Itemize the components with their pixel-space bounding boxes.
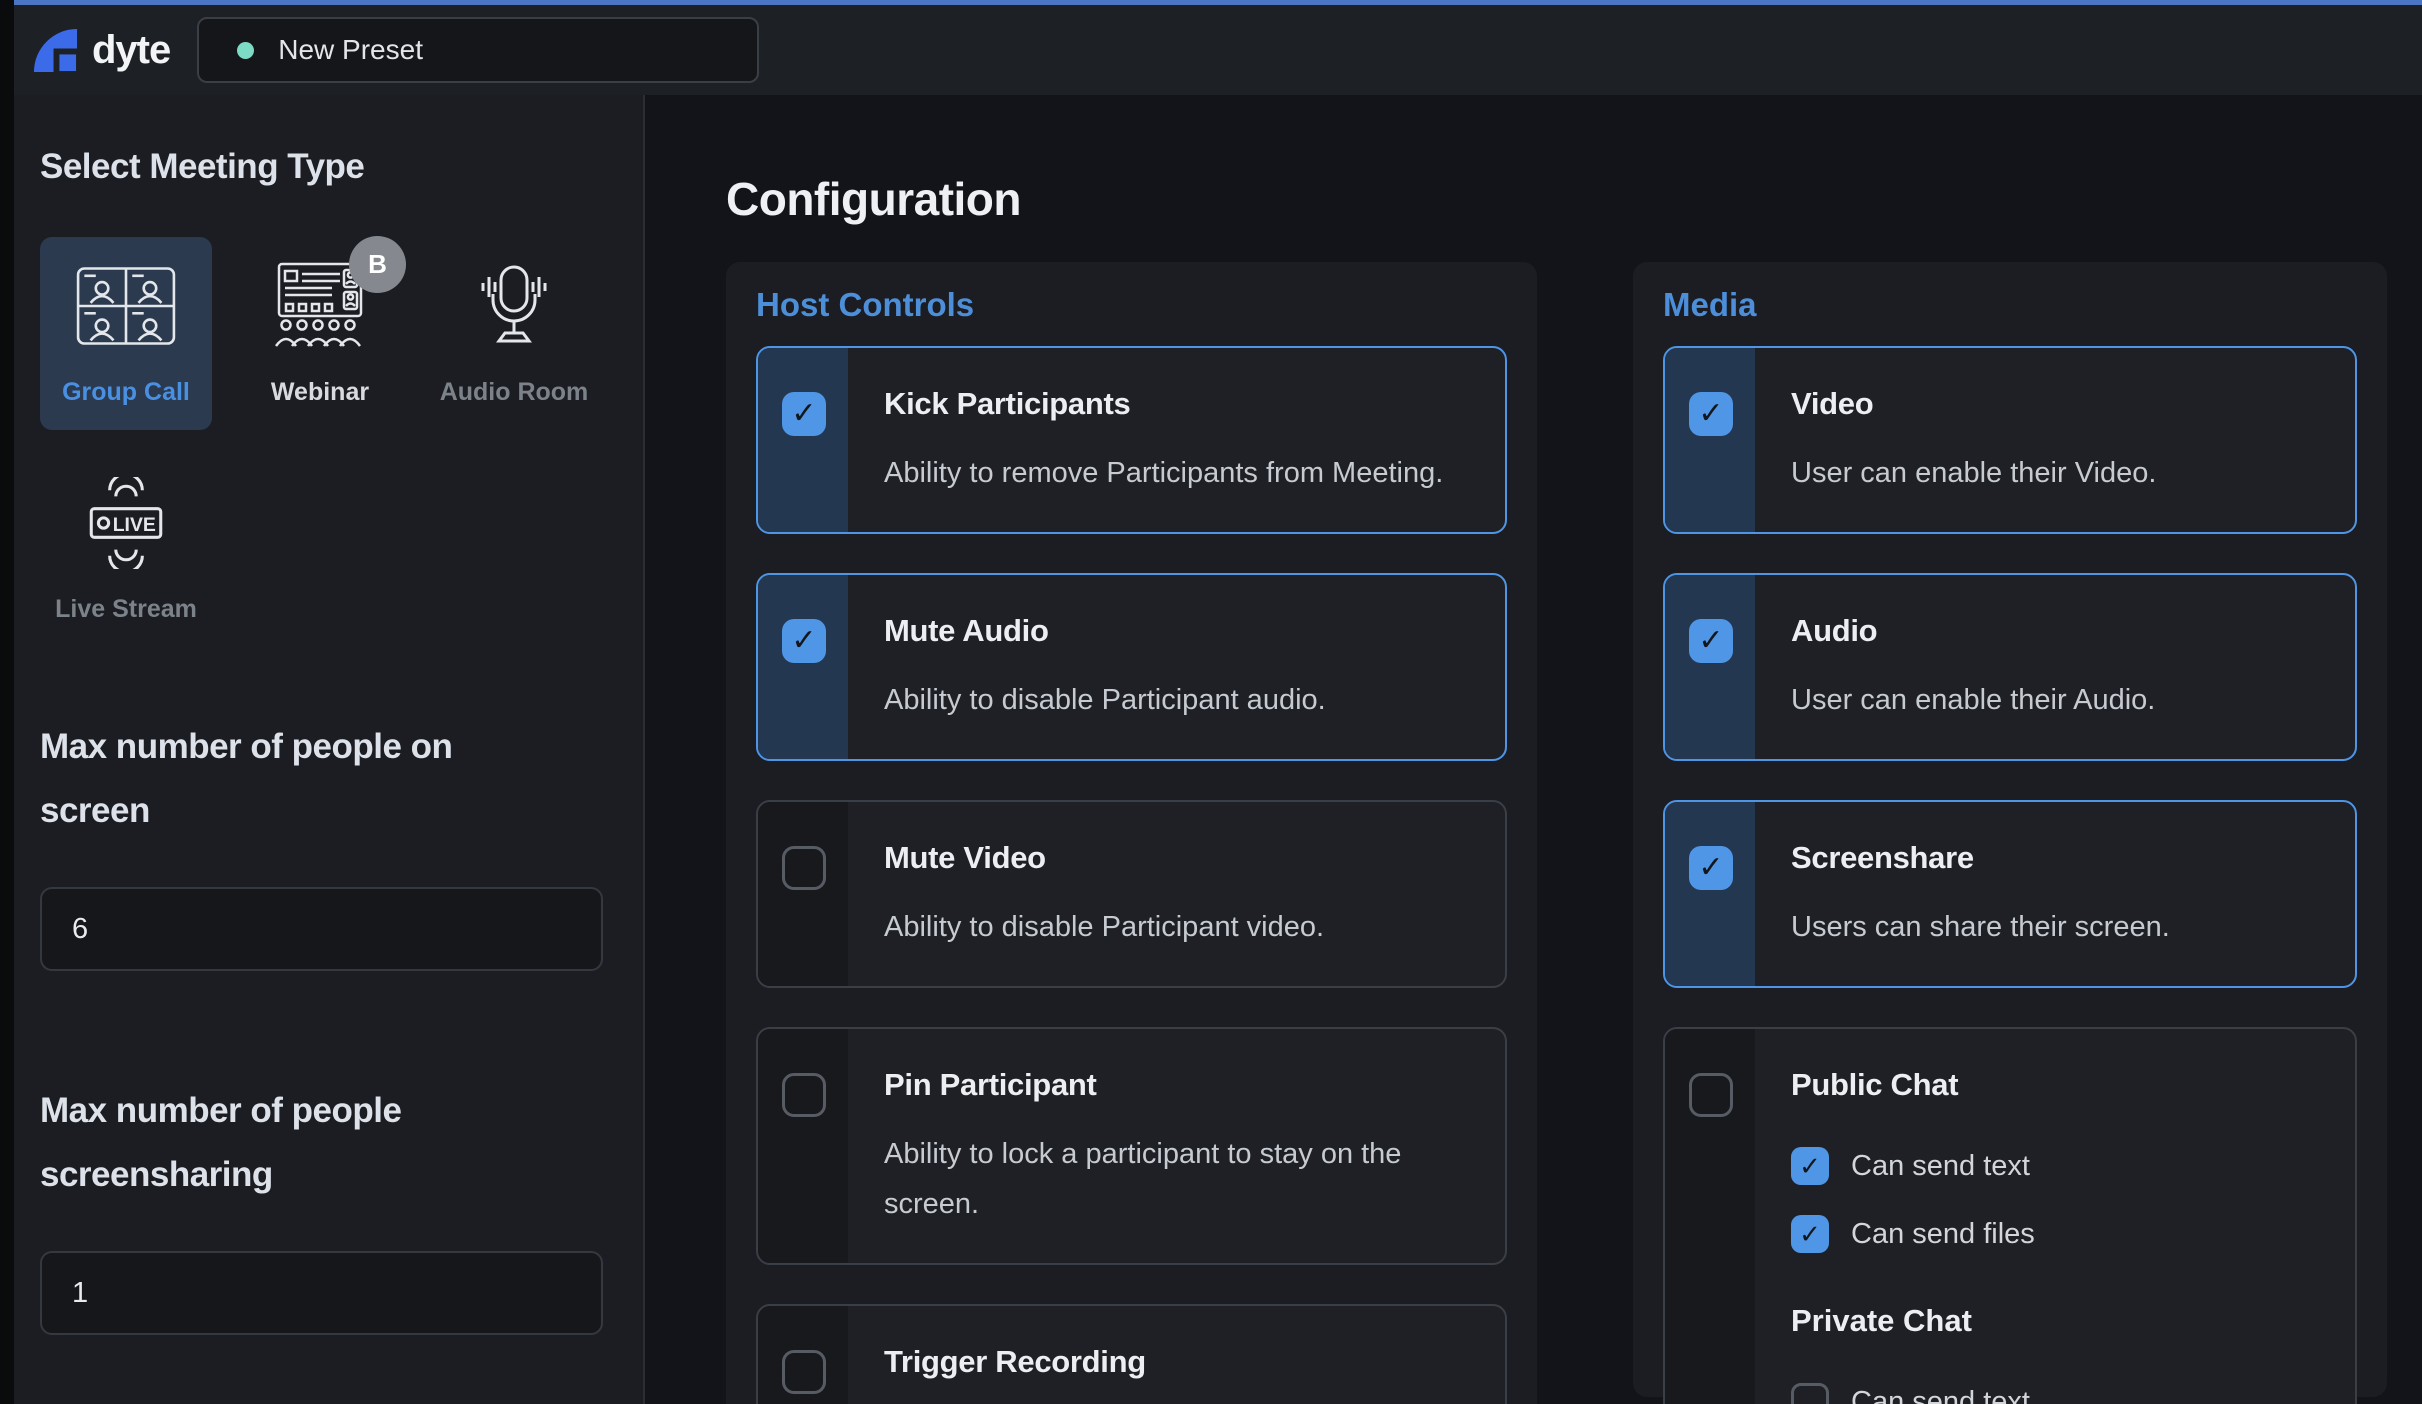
sub-option-label: Can send text [1851, 1386, 2030, 1404]
page-title: Configuration [726, 172, 2422, 226]
pin-participant-checkbox[interactable] [782, 1073, 826, 1117]
group-call-icon [76, 266, 176, 346]
option-mute-video[interactable]: Mute Video Ability to disable Participan… [756, 800, 1507, 988]
brand-name: dyte [92, 28, 170, 73]
meeting-type-title: Select Meeting Type [40, 147, 603, 187]
live-stream-icon: LIVE [79, 477, 173, 569]
preset-name-value: New Preset [278, 34, 423, 66]
panel-heading: Host Controls [756, 286, 1507, 324]
option-kick-participants[interactable]: Kick Participants Ability to remove Part… [756, 346, 1507, 534]
option-title: Audio [1791, 613, 2155, 649]
mute-video-checkbox[interactable] [782, 846, 826, 890]
can-send-text-checkbox[interactable] [1791, 1147, 1829, 1185]
private-chat-title: Private Chat [1791, 1303, 2035, 1339]
can-send-text-checkbox[interactable] [1791, 1383, 1829, 1404]
sub-option-label: Can send files [1851, 1218, 2035, 1251]
webinar-beta-badge: B [349, 236, 406, 293]
host-controls-panel: Host Controls Kick Participants Ability … [726, 262, 1537, 1404]
option-audio[interactable]: Audio User can enable their Audio. [1663, 573, 2357, 761]
max-people-screensharing-field: Max number of people screensharing 1 [40, 1079, 603, 1335]
brand: dyte [32, 27, 170, 74]
dyte-logo-icon [32, 27, 79, 74]
option-public-chat[interactable]: Public Chat Can send text Can send files [1663, 1027, 2357, 1404]
meeting-type-webinar[interactable]: B Webinar [234, 237, 406, 430]
meeting-type-label: Audio Room [440, 378, 589, 407]
kick-participants-checkbox[interactable] [782, 392, 826, 436]
preset-status-dot [237, 42, 254, 59]
media-panel: Media Video User can enable their Video.… [1633, 262, 2387, 1397]
option-trigger-recording[interactable]: Trigger Recording Ability to start/stop … [756, 1304, 1507, 1404]
sidebar: Select Meeting Type G [0, 95, 645, 1404]
option-title: Pin Participant [884, 1067, 1444, 1103]
preset-name-input[interactable]: New Preset [197, 17, 759, 83]
meeting-type-grid: Group Call [40, 237, 603, 647]
meeting-type-audio-room[interactable]: Audio Room [428, 237, 600, 430]
public-chat-checkbox[interactable] [1689, 1073, 1733, 1117]
main-content: Configuration Host Controls Kick Partici… [645, 95, 2422, 1404]
meeting-type-label: Live Stream [55, 595, 197, 624]
meeting-type-live-stream[interactable]: LIVE Live Stream [40, 454, 212, 647]
screenshare-checkbox[interactable] [1689, 846, 1733, 890]
option-video[interactable]: Video User can enable their Video. [1663, 346, 2357, 534]
option-desc: Ability to disable Participant audio. [884, 675, 1326, 725]
meeting-type-group-call[interactable]: Group Call [40, 237, 212, 430]
option-title: Video [1791, 386, 2156, 422]
trigger-recording-checkbox[interactable] [782, 1350, 826, 1394]
field-label: Max number of people on screen [40, 715, 560, 843]
sub-option-label: Can send text [1851, 1150, 2030, 1183]
option-title: Screenshare [1791, 840, 2170, 876]
option-mute-audio[interactable]: Mute Audio Ability to disable Participan… [756, 573, 1507, 761]
option-title: Mute Audio [884, 613, 1326, 649]
max-people-on-screen-input[interactable]: 6 [40, 887, 603, 971]
option-desc: Ability to lock a participant to stay on… [884, 1129, 1444, 1229]
audio-room-icon [471, 262, 557, 350]
audio-checkbox[interactable] [1689, 619, 1733, 663]
top-bar: dyte New Preset [0, 5, 2422, 95]
video-checkbox[interactable] [1689, 392, 1733, 436]
option-desc: User can enable their Audio. [1791, 675, 2155, 725]
public-chat-can-send-text[interactable]: Can send text [1791, 1147, 2035, 1185]
option-title: Kick Participants [884, 386, 1443, 422]
option-title: Public Chat [1791, 1067, 2035, 1103]
window-edge [0, 0, 14, 1404]
panel-heading: Media [1663, 286, 2357, 324]
can-send-files-checkbox[interactable] [1791, 1215, 1829, 1253]
option-desc: User can enable their Video. [1791, 448, 2156, 498]
option-pin-participant[interactable]: Pin Participant Ability to lock a partic… [756, 1027, 1507, 1265]
meeting-type-label: Webinar [271, 378, 369, 407]
svg-text:LIVE: LIVE [113, 514, 156, 536]
private-chat-can-send-text[interactable]: Can send text [1791, 1383, 2035, 1404]
mute-audio-checkbox[interactable] [782, 619, 826, 663]
field-label: Max number of people screensharing [40, 1079, 560, 1207]
option-title: Mute Video [884, 840, 1324, 876]
public-chat-can-send-files[interactable]: Can send files [1791, 1215, 2035, 1253]
max-people-screensharing-input[interactable]: 1 [40, 1251, 603, 1335]
option-desc: Users can share their screen. [1791, 902, 2170, 952]
option-desc: Ability to remove Participants from Meet… [884, 448, 1443, 498]
max-people-on-screen-field: Max number of people on screen 6 [40, 715, 603, 971]
option-desc: Ability to disable Participant video. [884, 902, 1324, 952]
meeting-type-label: Group Call [62, 378, 190, 407]
option-screenshare[interactable]: Screenshare Users can share their screen… [1663, 800, 2357, 988]
option-title: Trigger Recording [884, 1344, 1361, 1380]
